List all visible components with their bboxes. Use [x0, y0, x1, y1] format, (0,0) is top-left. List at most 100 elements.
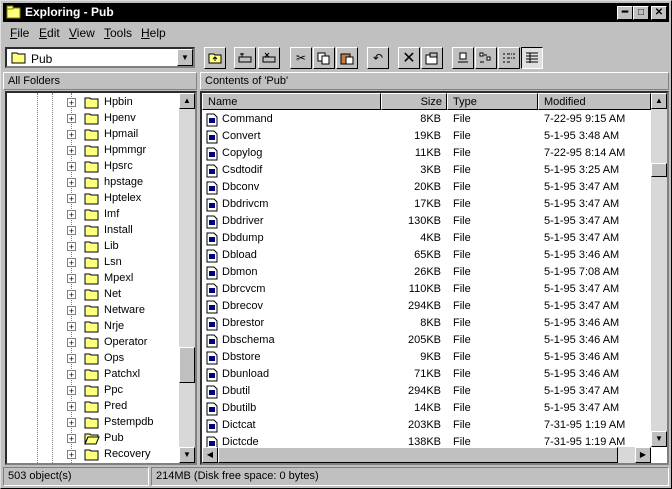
expand-plus-icon[interactable]: +	[67, 194, 76, 204]
expand-plus-icon[interactable]: +	[67, 178, 76, 188]
tree-folder[interactable]: + Pstempdb	[7, 415, 187, 431]
file-row[interactable]: Dbstore 9KB File 5-1-95 3:46 AM	[202, 349, 662, 366]
expand-plus-icon[interactable]: +	[67, 114, 76, 124]
file-row[interactable]: Dbdriver 130KB File 5-1-95 3:47 AM	[202, 213, 662, 230]
expand-plus-icon[interactable]: +	[67, 290, 76, 300]
tree-scroll-up[interactable]: ▲	[179, 93, 195, 109]
file-row[interactable]: Copylog 11KB File 7-22-95 8:14 AM	[202, 145, 662, 162]
tree-folder[interactable]: + Hpenv	[7, 111, 187, 127]
file-row[interactable]: Csdtodif 3KB File 5-1-95 3:25 AM	[202, 162, 662, 179]
details-view-button[interactable]	[521, 47, 543, 69]
tree-folder[interactable]: + Lsn	[7, 255, 187, 271]
tree-folder[interactable]: + Ops	[7, 351, 187, 367]
file-row[interactable]: Dbrecov 294KB File 5-1-95 3:47 AM	[202, 298, 662, 315]
list-hscroll-thumb[interactable]	[218, 447, 618, 463]
list-scroll-right[interactable]: ▶	[635, 447, 651, 463]
undo-button[interactable]: ↶	[367, 47, 389, 69]
cut-button[interactable]: ✂	[290, 47, 312, 69]
tree-folder[interactable]: + Nrje	[7, 319, 187, 335]
tree-scroll-thumb[interactable]	[179, 347, 195, 383]
tree-folder[interactable]: + Pred	[7, 399, 187, 415]
tree-folder[interactable]: + Netware	[7, 303, 187, 319]
file-row[interactable]: Convert 19KB File 5-1-95 3:48 AM	[202, 128, 662, 145]
tree-folder[interactable]: + Hptelex	[7, 191, 187, 207]
expand-plus-icon[interactable]: +	[67, 434, 76, 444]
tree-folder[interactable]: + Install	[7, 223, 187, 239]
expand-plus-icon[interactable]: +	[67, 274, 76, 284]
file-row[interactable]: Dbrcvcm 110KB File 5-1-95 3:47 AM	[202, 281, 662, 298]
file-row[interactable]: Dictcat 203KB File 7-31-95 1:19 AM	[202, 417, 662, 434]
expand-plus-icon[interactable]: +	[67, 450, 76, 460]
expand-plus-icon[interactable]: +	[67, 386, 76, 396]
list-scroll-up[interactable]: ▲	[651, 93, 667, 109]
address-dropdown-arrow[interactable]: ▼	[177, 49, 193, 66]
list-scroll-down[interactable]: ▼	[651, 431, 667, 447]
close-button[interactable]: ✕	[651, 6, 667, 20]
expand-plus-icon[interactable]: +	[67, 258, 76, 268]
expand-plus-icon[interactable]: +	[67, 338, 76, 348]
expand-plus-icon[interactable]: +	[67, 98, 76, 108]
menu-file[interactable]: File	[10, 26, 29, 40]
disconnect-drive-button[interactable]	[258, 47, 280, 69]
tree-folder[interactable]: + Hpbin	[7, 95, 187, 111]
file-row[interactable]: Dbrestor 8KB File 5-1-95 3:46 AM	[202, 315, 662, 332]
tree-folder[interactable]: + Operator	[7, 335, 187, 351]
expand-plus-icon[interactable]: +	[67, 418, 76, 428]
tree-folder[interactable]: + Ppc	[7, 383, 187, 399]
tree-folder[interactable]: + Mpexl	[7, 271, 187, 287]
col-modified[interactable]: Modified	[538, 93, 651, 110]
expand-plus-icon[interactable]: +	[67, 242, 76, 252]
tree-scrollbar[interactable]: ▲ ▼	[179, 93, 195, 463]
minimize-button[interactable]: ━	[617, 6, 633, 20]
large-icons-button[interactable]	[452, 47, 474, 69]
expand-plus-icon[interactable]: +	[67, 322, 76, 332]
map-drive-button[interactable]	[234, 47, 256, 69]
tree-folder[interactable]: + Hpmail	[7, 127, 187, 143]
expand-plus-icon[interactable]: +	[67, 162, 76, 172]
properties-button[interactable]	[421, 47, 443, 69]
file-row[interactable]: Dbdrivcm 17KB File 5-1-95 3:47 AM	[202, 196, 662, 213]
delete-button[interactable]: ✕	[398, 47, 420, 69]
tree-folder[interactable]: + Lib	[7, 239, 187, 255]
file-row[interactable]: Dbdump 4KB File 5-1-95 3:47 AM	[202, 230, 662, 247]
expand-plus-icon[interactable]: +	[67, 354, 76, 364]
list-vscrollbar[interactable]: ▲ ▼	[651, 93, 667, 447]
menu-tools[interactable]: Tools	[104, 26, 132, 40]
list-scroll-left[interactable]: ◀	[202, 447, 218, 463]
tree-folder[interactable]: + Pub	[7, 431, 187, 447]
address-combobox[interactable]: Pub ▼	[5, 47, 195, 68]
title-bar[interactable]: Exploring - Pub ━ □ ✕	[3, 3, 669, 22]
expand-plus-icon[interactable]: +	[67, 210, 76, 220]
tree-scroll-down[interactable]: ▼	[179, 447, 195, 463]
paste-button[interactable]	[336, 47, 358, 69]
file-row[interactable]: Dbmon 26KB File 5-1-95 7:08 AM	[202, 264, 662, 281]
file-row[interactable]: Dbutil 294KB File 5-1-95 3:47 AM	[202, 383, 662, 400]
small-icons-button[interactable]	[475, 47, 497, 69]
expand-plus-icon[interactable]: +	[67, 402, 76, 412]
copy-button[interactable]	[313, 47, 335, 69]
file-row[interactable]: Dbload 65KB File 5-1-95 3:46 AM	[202, 247, 662, 264]
expand-plus-icon[interactable]: +	[67, 146, 76, 156]
menu-edit[interactable]: Edit	[39, 26, 60, 40]
expand-plus-icon[interactable]: +	[67, 226, 76, 236]
col-size[interactable]: Size	[381, 93, 447, 110]
list-scroll-thumb[interactable]	[651, 163, 667, 177]
tree-folder[interactable]: + Net	[7, 287, 187, 303]
tree-folder[interactable]: + Imf	[7, 207, 187, 223]
file-row[interactable]: Dbconv 20KB File 5-1-95 3:47 AM	[202, 179, 662, 196]
tree-folder[interactable]: + hpstage	[7, 175, 187, 191]
file-row[interactable]: Dbschema 205KB File 5-1-95 3:46 AM	[202, 332, 662, 349]
tree-folder[interactable]: + Patchxl	[7, 367, 187, 383]
menu-help[interactable]: Help	[141, 26, 166, 40]
expand-plus-icon[interactable]: +	[67, 130, 76, 140]
menu-view[interactable]: View	[69, 26, 95, 40]
col-name[interactable]: Name	[202, 93, 381, 110]
tree-folder[interactable]: + Hpmmgr	[7, 143, 187, 159]
maximize-button[interactable]: □	[633, 6, 649, 20]
col-type[interactable]: Type	[447, 93, 538, 110]
file-row[interactable]: Dbunload 71KB File 5-1-95 3:46 AM	[202, 366, 662, 383]
expand-plus-icon[interactable]: +	[67, 370, 76, 380]
file-row[interactable]: Command 8KB File 7-22-95 9:15 AM	[202, 111, 662, 128]
tree-folder[interactable]: + Recovery	[7, 447, 187, 463]
tree-folder[interactable]: + Hpsrc	[7, 159, 187, 175]
